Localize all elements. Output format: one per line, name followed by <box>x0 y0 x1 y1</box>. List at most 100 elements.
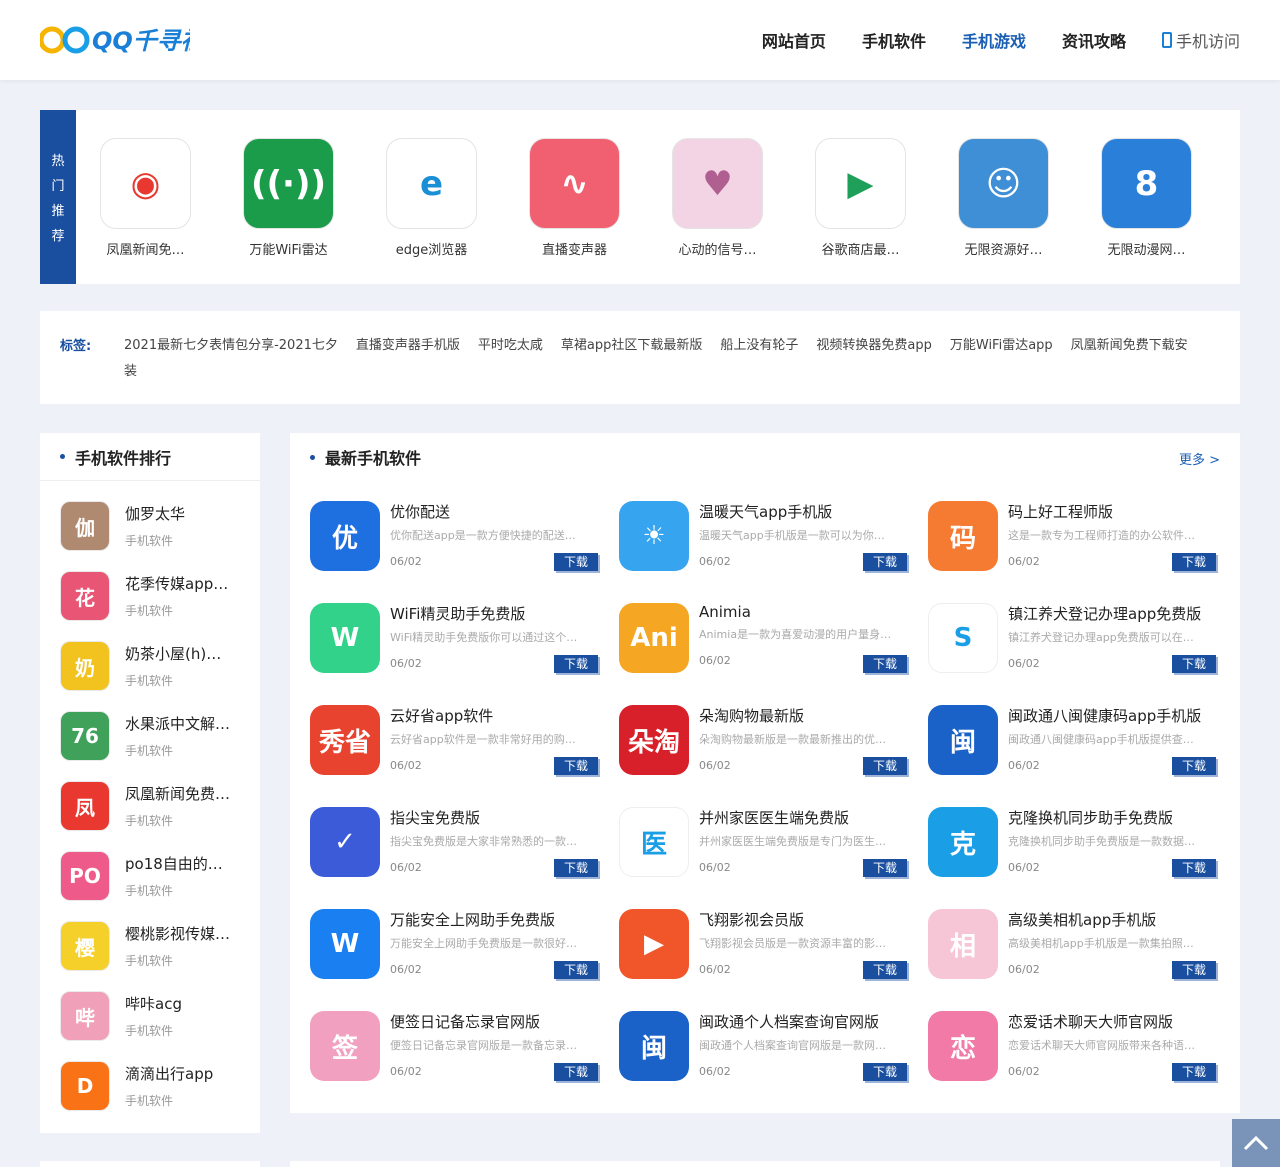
shield-8-icon: 8 <box>1101 138 1192 229</box>
app-card[interactable]: 医并州家医医生端免费版 并州家医医生端免费版是专门为医生… 06/02 下载 <box>619 807 909 877</box>
app-card[interactable]: ☀ 温暖天气app手机版 温暖天气app手机版是一款可以为你… 06/02 下载 <box>619 501 909 571</box>
app-card[interactable]: 签便签日记备忘录官网版 便签日记备忘录官网版是一款备忘录… 06/02 下载 <box>310 1011 600 1081</box>
rank-item[interactable]: 76 水果派中文解… 手机软件 <box>60 711 260 781</box>
app-description: WiFi精灵助手免费版你可以通过这个… <box>390 631 578 644</box>
rank-item[interactable]: PO po18自由的… 手机软件 <box>60 851 260 921</box>
back-to-top-button[interactable] <box>1232 1119 1280 1167</box>
hot-item-name: 谷歌商店最… <box>821 243 900 258</box>
hot-item-name: 万能WiFi雷达 <box>249 243 328 258</box>
app-card-body: Animia Animia是一款为喜爱动漫的用户量身… 06/02 下载 <box>699 603 907 673</box>
site-logo[interactable]: QQ千寻社区 <box>38 22 233 58</box>
app-card[interactable]: 闽闽政通八闽健康码app手机版 闽政通八闽健康码app手机版提供查… 06/02 下载 <box>928 705 1218 775</box>
app-card[interactable]: Ani Animia Animia是一款为喜爱动漫的用户量身… 06/02 下载 <box>619 603 909 673</box>
ranking-title: 手机软件排行 <box>40 433 260 481</box>
download-button[interactable]: 下载 <box>863 553 907 571</box>
hot-item[interactable]: ▶ 谷歌商店最… <box>815 138 906 258</box>
tag-link[interactable]: 万能WiFi雷达app <box>950 338 1053 353</box>
app-description: 朵淘购物最新版是一款最新推出的优… <box>699 733 886 746</box>
app-card[interactable]: 闽闽政通个人档案查询官网版 闽政通个人档案查询官网版是一款网… 06/02 下载 <box>619 1011 909 1081</box>
download-button[interactable]: 下载 <box>554 961 598 979</box>
app-card[interactable]: 秀省 云好省app软件 云好省app软件是一款非常好用的购… 06/02 下载 <box>310 705 600 775</box>
rank-item[interactable]: 奶奶茶小屋(h)… 手机软件 <box>60 641 260 711</box>
app-card-body: 便签日记备忘录官网版 便签日记备忘录官网版是一款备忘录… 06/02 下载 <box>390 1011 598 1081</box>
download-button[interactable]: 下载 <box>863 655 907 673</box>
hot-label-char: 门 <box>51 179 65 194</box>
app-card[interactable]: W 万能安全上网助手免费版 万能安全上网助手免费版是一款很好… 06/02 下载 <box>310 909 600 979</box>
hot-item[interactable]: 8 无限动漫网… <box>1101 138 1192 258</box>
app-name: 高级美相机app手机版 <box>1008 911 1157 929</box>
hot-item[interactable]: e edge浏览器 <box>386 138 477 258</box>
hot-recommend: 热 门 推 荐 ◉ 凤凰新闻免… ((·)) 万能WiFi雷达 e edge浏览器 ∿ 直播变… <box>40 110 1240 284</box>
download-button[interactable]: 下载 <box>554 859 598 877</box>
hot-item[interactable]: ((·)) 万能WiFi雷达 <box>243 138 334 258</box>
rank-item[interactable]: 哔哔咔acg 手机软件 <box>60 991 260 1061</box>
tag-link[interactable]: 草裙app社区下载最新版 <box>561 338 702 353</box>
download-button[interactable]: 下载 <box>1172 553 1216 571</box>
app-card[interactable]: 克克隆换机同步助手免费版 克隆换机同步助手免费版是一款数据… 06/02 下载 <box>928 807 1218 877</box>
nav-apps[interactable]: 手机软件 <box>862 28 926 52</box>
tag-link[interactable]: 视频转换器免费app <box>816 338 931 353</box>
nav-mobile-label: 手机访问 <box>1175 32 1240 51</box>
rank-item[interactable]: 樱樱桃影视传媒… 手机软件 <box>60 921 260 991</box>
download-button[interactable]: 下载 <box>1172 757 1216 775</box>
app-card-body: 镇江养犬登记办理app免费版 镇江养犬登记办理app免费版可以在… 06/02 下载 <box>1008 603 1216 673</box>
tag-link[interactable]: 船上没有轮子 <box>720 338 798 353</box>
download-button[interactable]: 下载 <box>554 757 598 775</box>
download-button[interactable]: 下载 <box>863 757 907 775</box>
hot-item-name: 直播变声器 <box>541 243 607 258</box>
rank-item-category: 手机软件 <box>125 954 174 968</box>
hot-item-name: 无限动漫网… <box>1107 243 1186 258</box>
hot-item[interactable]: ∿ 直播变声器 <box>529 138 620 258</box>
rank-item[interactable]: D 滴滴出行app 手机软件 <box>60 1061 260 1131</box>
download-button[interactable]: 下载 <box>1172 961 1216 979</box>
app-description: 云好省app软件是一款非常好用的购… <box>390 733 576 746</box>
nav-mobile[interactable]: 手机访问 <box>1161 28 1240 52</box>
hot-label-char: 荐 <box>51 229 65 244</box>
app-card[interactable]: 码码上好工程师版 这是一款专为工程师打造的办公软件… 06/02 下载 <box>928 501 1218 571</box>
rank-item[interactable]: 凤凤凰新闻免费… 手机软件 <box>60 781 260 851</box>
more-link[interactable]: 更多 > <box>1179 449 1220 468</box>
download-button[interactable]: 下载 <box>1172 1063 1216 1081</box>
hot-item[interactable]: ◉ 凤凰新闻免… <box>100 138 191 258</box>
download-button[interactable]: 下载 <box>1172 859 1216 877</box>
tag-link[interactable]: 2021最新七夕表情包分享-2021七夕 <box>124 338 338 353</box>
nav-news[interactable]: 资讯攻略 <box>1062 28 1126 52</box>
download-button[interactable]: 下载 <box>554 553 598 571</box>
app-icon: 闽 <box>619 1011 689 1081</box>
download-button[interactable]: 下载 <box>554 1063 598 1081</box>
app-card[interactable]: 优优你配送 优你配送app是一款方便快捷的配送… 06/02 下载 <box>310 501 600 571</box>
app-description: 飞翔影视会员版是一款资源丰富的影… <box>699 937 886 950</box>
app-icon: W <box>310 909 380 979</box>
nav-home[interactable]: 网站首页 <box>762 28 826 52</box>
app-card[interactable]: S 镇江养犬登记办理app免费版 镇江养犬登记办理app免费版可以在… 06/02 下载 <box>928 603 1218 673</box>
hot-item[interactable]: ♥ 心动的信号… <box>672 138 763 258</box>
app-card[interactable]: ▶ 飞翔影视会员版 飞翔影视会员版是一款资源丰富的影… 06/02 下载 <box>619 909 909 979</box>
download-button[interactable]: 下载 <box>863 1063 907 1081</box>
app-icon: 76 <box>60 711 110 761</box>
hot-item[interactable]: ☺ 无限资源好… <box>958 138 1049 258</box>
download-button[interactable]: 下载 <box>863 859 907 877</box>
rank-item[interactable]: 伽伽罗太华 手机软件 <box>60 501 260 571</box>
rank-item-category: 手机软件 <box>125 814 174 828</box>
download-button[interactable]: 下载 <box>1172 655 1216 673</box>
app-card[interactable]: W WiFi精灵助手免费版 WiFi精灵助手免费版你可以通过这个… 06/02 下载 <box>310 603 600 673</box>
rank-item-category: 手机软件 <box>125 744 174 758</box>
app-card[interactable]: ✓ 指尖宝免费版 指尖宝免费版是大家非常熟悉的一款… 06/02 下载 <box>310 807 600 877</box>
bullet-icon <box>60 454 65 459</box>
app-card[interactable]: 朵淘 朵淘购物最新版 朵淘购物最新版是一款最新推出的优… 06/02 下载 <box>619 705 909 775</box>
app-name: 闽政通八闽健康码app手机版 <box>1008 707 1202 725</box>
app-card[interactable]: 相高级美相机app手机版 高级美相机app手机版是一款集拍照… 06/02 下载 <box>928 909 1218 979</box>
app-card-body: 并州家医医生端免费版 并州家医医生端免费版是专门为医生… 06/02 下载 <box>699 807 907 877</box>
rank-item-name: 奶茶小屋(h)… <box>125 645 222 663</box>
tag-link[interactable]: 直播变声器手机版 <box>356 338 460 353</box>
app-card[interactable]: 恋恋爱话术聊天大师官网版 恋爱话术聊天大师官网版带来各种语… 06/02 下载 <box>928 1011 1218 1081</box>
tags-list: 2021最新七夕表情包分享-2021七夕 直播变声器手机版 平时吃太咸 草裙app社区… <box>124 333 1214 385</box>
app-icon: ☀ <box>619 501 689 571</box>
nav-games[interactable]: 手机游戏 <box>962 28 1026 52</box>
download-button[interactable]: 下载 <box>554 655 598 673</box>
rank-item[interactable]: 花花季传媒app… 手机软件 <box>60 571 260 641</box>
tag-link[interactable]: 平时吃太咸 <box>478 338 543 353</box>
app-icon: 签 <box>310 1011 380 1081</box>
next-panel-edge <box>40 1161 260 1167</box>
download-button[interactable]: 下载 <box>863 961 907 979</box>
